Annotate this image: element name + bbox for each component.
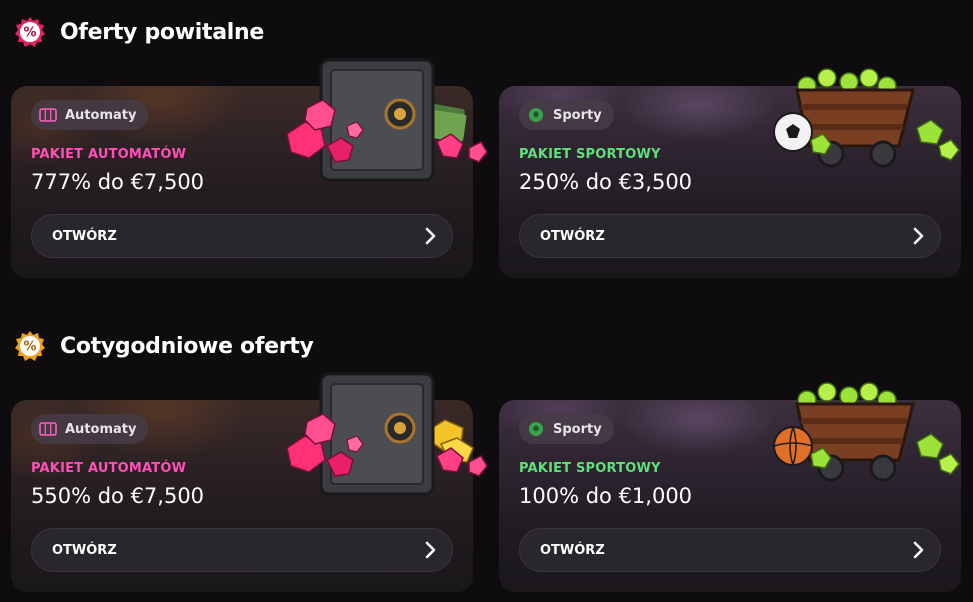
chip-label: Sporty: [553, 107, 602, 123]
pack-label: PAKIET SPORTOWY: [519, 461, 661, 476]
chevron-right-icon: [420, 540, 440, 560]
offer-card-sports-weekly: Sporty PAKIET SPORTOWY 100% do €1,000 OT…: [499, 382, 961, 592]
section-title: Cotygodniowe oferty: [60, 333, 314, 359]
pack-value: 777% do €7,500: [31, 170, 205, 194]
svg-text:%: %: [23, 340, 36, 355]
open-button[interactable]: OTWÓRZ: [31, 214, 453, 258]
svg-text:%: %: [23, 26, 36, 41]
percent-badge-icon: %: [14, 16, 46, 48]
category-chip-sports: Sporty: [519, 414, 614, 444]
pack-label: PAKIET SPORTOWY: [519, 147, 661, 162]
offer-card-sports-welcome: Sporty PAKIET SPORTOWY 250% do €3,500 OT…: [499, 68, 961, 278]
section-header-weekly: % Cotygodniowe oferty: [14, 328, 314, 364]
open-button[interactable]: OTWÓRZ: [519, 528, 941, 572]
slot-machine-icon: [39, 420, 57, 438]
sports-ball-icon: [527, 106, 545, 124]
pack-label: PAKIET AUTOMATÓW: [31, 147, 187, 162]
chip-label: Automaty: [65, 421, 137, 437]
category-chip-slots: Automaty: [31, 100, 149, 130]
chip-label: Sporty: [553, 421, 602, 437]
pack-label: PAKIET AUTOMATÓW: [31, 461, 187, 476]
open-button-label: OTWÓRZ: [540, 228, 605, 244]
section-header-welcome: % Oferty powitalne: [14, 14, 264, 50]
offer-card-slots-welcome: Automaty PAKIET AUTOMATÓW 777% do €7,500…: [11, 58, 487, 278]
percent-badge-icon: %: [14, 330, 46, 362]
open-button[interactable]: OTWÓRZ: [519, 214, 941, 258]
sports-ball-icon: [527, 420, 545, 438]
category-chip-slots: Automaty: [31, 414, 149, 444]
section-title: Oferty powitalne: [60, 19, 264, 45]
slot-machine-icon: [39, 106, 57, 124]
offer-card-slots-weekly: Automaty PAKIET AUTOMATÓW 550% do €7,500…: [11, 372, 487, 592]
category-chip-sports: Sporty: [519, 100, 614, 130]
open-button-label: OTWÓRZ: [52, 228, 117, 244]
chevron-right-icon: [908, 226, 928, 246]
pack-value: 250% do €3,500: [519, 170, 693, 194]
chevron-right-icon: [908, 540, 928, 560]
open-button-label: OTWÓRZ: [540, 542, 605, 558]
chevron-right-icon: [420, 226, 440, 246]
open-button[interactable]: OTWÓRZ: [31, 528, 453, 572]
chip-label: Automaty: [65, 107, 137, 123]
pack-value: 100% do €1,000: [519, 484, 693, 508]
pack-value: 550% do €7,500: [31, 484, 205, 508]
open-button-label: OTWÓRZ: [52, 542, 117, 558]
